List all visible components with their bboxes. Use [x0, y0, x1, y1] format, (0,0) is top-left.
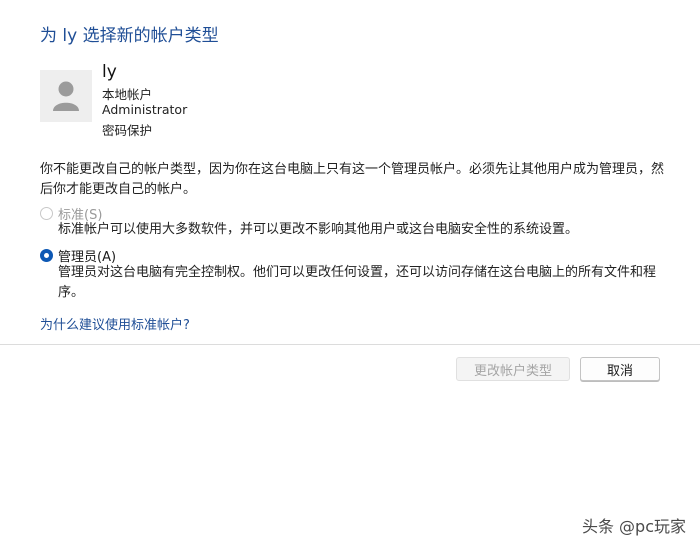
account-group-label: Administrator — [102, 102, 188, 117]
password-status-label: 密码保护 — [102, 123, 153, 138]
standard-radio[interactable] — [40, 207, 53, 220]
help-link[interactable]: 为什么建议使用标准帐户? — [40, 314, 190, 333]
notice-text: 你不能更改自己的帐户类型，因为你在这台电脑上只有这一个管理员帐户。必须先让其他用… — [40, 162, 665, 197]
administrator-description: 管理员对这台电脑有完全控制权。他们可以更改任何设置，还可以访问存储在这台电脑上的… — [58, 265, 657, 300]
account-type-label: 本地帐户 — [102, 87, 153, 102]
change-account-type-button[interactable]: 更改帐户类型 — [456, 357, 570, 381]
user-avatar-icon — [40, 70, 92, 122]
watermark: 头条 @pc玩家 — [581, 517, 686, 536]
administrator-radio[interactable] — [40, 249, 53, 262]
cancel-button[interactable]: 取消 — [580, 357, 660, 381]
user-name: ly — [102, 62, 117, 82]
standard-description: 标准帐户可以使用大多数软件，并可以更改不影响其他用户或这台电脑安全性的系统设置。 — [58, 222, 579, 237]
divider — [0, 344, 700, 345]
page-title: 为 ly 选择新的帐户类型 — [40, 26, 219, 46]
